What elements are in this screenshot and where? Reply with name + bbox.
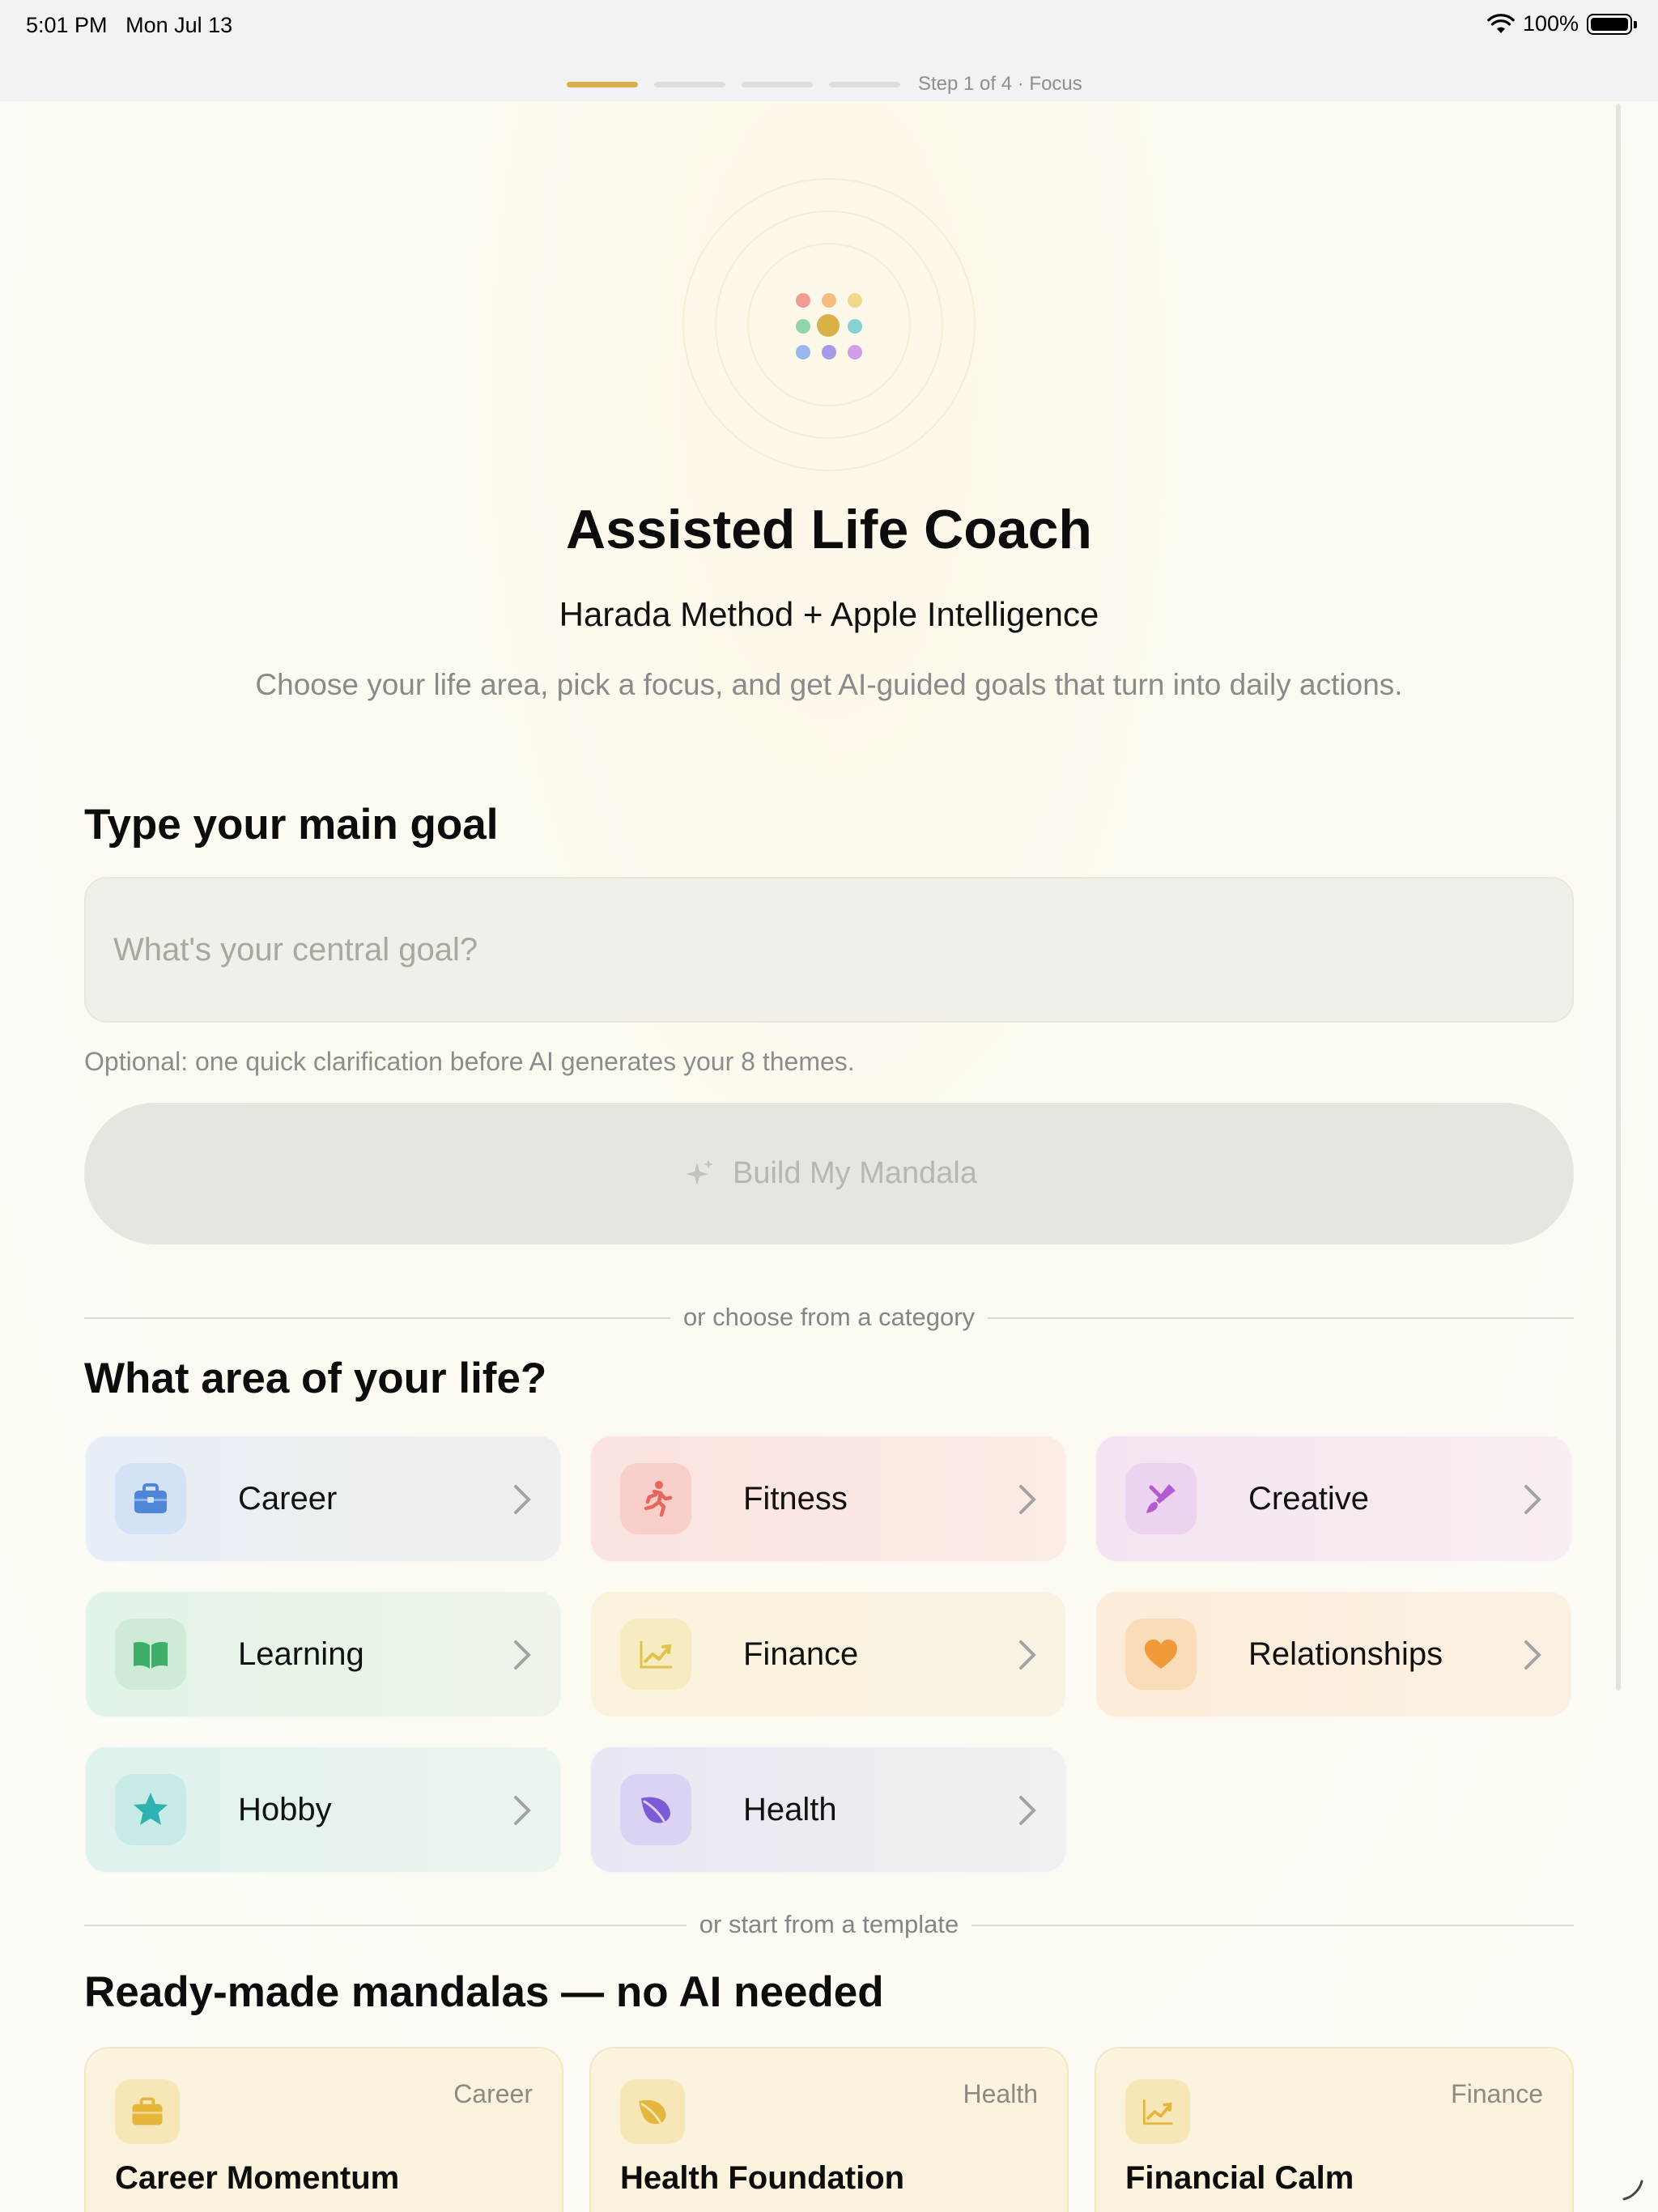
template-name: Career Momentum [115,2160,400,2196]
category-card-health[interactable]: Health [589,1746,1067,1874]
template-category: Career [453,2079,533,2108]
leaf-icon [620,1774,691,1845]
wifi-icon [1487,13,1515,33]
category-divider-label: or choose from a category [670,1303,988,1331]
build-mandala-button[interactable]: Build My Mandala [84,1103,1574,1244]
category-card-creative[interactable]: Creative [1095,1435,1572,1563]
star-icon [115,1774,186,1845]
category-card-hobby[interactable]: Hobby [84,1746,562,1874]
step-label: Step 1 of 4 · Focus [918,73,1082,95]
category-label: Learning [238,1636,364,1672]
progress-segment-2 [654,81,725,87]
template-category: Finance [1451,2079,1543,2108]
resize-corner-icon [1622,2180,1643,2201]
chart-up-icon [620,1619,691,1690]
battery-percent: 100% [1522,11,1579,36]
templates-heading: Ready-made mandalas — no AI needed [84,1968,884,2016]
category-label: Fitness [743,1480,848,1516]
category-divider: or choose from a category [0,1303,1658,1332]
briefcase-icon [115,1463,186,1534]
progress-segment-1 [567,81,638,87]
leaf-icon [620,2079,685,2144]
category-label: Hobby [238,1791,332,1827]
progress-segment-3 [742,81,813,87]
step-progress: Step 1 of 4 · Focus [567,73,1082,96]
page: 5:01 PM Mon Jul 13 100% Step 1 of 4 · Fo… [0,0,1658,2212]
template-name: Financial Calm [1125,2160,1354,2196]
app-subtitle: Harada Method + Apple Intelligence [559,595,1099,633]
chevron-right-icon [514,1640,531,1670]
mandala-dots-icon [792,289,865,362]
chevron-right-icon [514,1796,531,1825]
categories-heading: What area of your life? [84,1355,547,1402]
chevron-right-icon [1019,1485,1036,1514]
template-card-career-momentum[interactable]: Career Career Momentum [84,2047,563,2212]
central-goal-input[interactable] [84,877,1574,1023]
template-divider: or start from a template [0,1910,1658,1939]
template-card-health-foundation[interactable]: Health Health Foundation [589,2047,1069,2212]
category-label: Creative [1248,1480,1369,1516]
category-label: Career [238,1480,338,1516]
scrollbar[interactable] [1616,104,1621,1691]
briefcase-icon [115,2079,180,2144]
running-figure-icon [620,1463,691,1534]
category-card-fitness[interactable]: Fitness [589,1435,1067,1563]
chevron-right-icon [1019,1640,1036,1670]
time-text: 5:01 PM [26,13,108,37]
category-card-learning[interactable]: Learning [84,1590,562,1718]
progress-segment-4 [829,81,900,87]
template-divider-label: or start from a template [686,1910,972,1938]
category-label: Finance [743,1636,859,1672]
paintbrush-icon [1125,1463,1197,1534]
category-label: Health [743,1791,837,1827]
date-text: Mon Jul 13 [125,13,233,37]
open-book-icon [115,1619,186,1690]
battery-icon [1587,13,1637,35]
template-category: Health [963,2079,1039,2108]
goal-hint: Optional: one quick clarification before… [84,1047,855,1076]
heart-icon [1125,1619,1197,1690]
category-label: Relationships [1248,1636,1443,1672]
app-title: Assisted Life Coach [566,499,1092,560]
chevron-right-icon [1524,1485,1541,1514]
app-description: Choose your life area, pick a focus, and… [255,668,1403,701]
category-card-finance[interactable]: Finance [589,1590,1067,1718]
template-name: Health Foundation [620,2160,905,2196]
status-time: 5:01 PM Mon Jul 13 [26,13,232,38]
template-card-financial-calm[interactable]: Finance Financial Calm [1095,2047,1574,2212]
chevron-right-icon [1524,1640,1541,1670]
goal-heading: Type your main goal [84,801,499,849]
category-card-relationships[interactable]: Relationships [1095,1590,1572,1718]
status-right: 100% [1487,11,1637,36]
category-card-career[interactable]: Career [84,1435,562,1563]
sparkles-icon [685,1159,713,1185]
chevron-right-icon [514,1485,531,1514]
build-mandala-label: Build My Mandala [732,1156,978,1190]
status-bar: 5:01 PM Mon Jul 13 100% Step 1 of 4 · Fo… [0,0,1658,101]
chevron-right-icon [1019,1796,1036,1825]
chart-up-icon [1125,2079,1190,2144]
